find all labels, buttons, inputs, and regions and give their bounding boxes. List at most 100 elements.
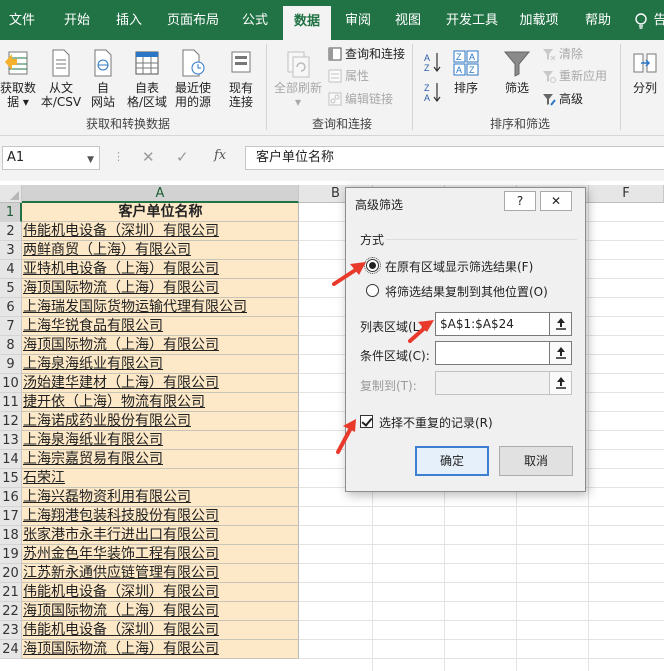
- cell-a[interactable]: 海顶国际物流（上海）有限公司: [22, 602, 299, 621]
- cell-a[interactable]: 伟能机电设备（深圳）有限公司: [22, 583, 299, 602]
- row-header[interactable]: 21: [0, 583, 22, 602]
- empty-cells[interactable]: [299, 564, 664, 583]
- row-header[interactable]: 17: [0, 507, 22, 526]
- row-header[interactable]: 18: [0, 526, 22, 545]
- empty-cells[interactable]: [299, 640, 664, 659]
- filter-in-place-label[interactable]: 在原有区域显示筛选结果(F): [385, 258, 533, 275]
- column-header-f[interactable]: F: [589, 185, 664, 203]
- filter-in-place-radio[interactable]: [364, 257, 381, 274]
- row-header[interactable]: 12: [0, 412, 22, 431]
- row-header[interactable]: 16: [0, 488, 22, 507]
- tab-page-layout[interactable]: 页面布局: [160, 0, 226, 40]
- criteria-range-collapse-button[interactable]: [550, 341, 572, 365]
- help-button[interactable]: ?: [504, 191, 536, 211]
- cell-a[interactable]: 苏州金色年华装饰工程有限公司: [22, 545, 299, 564]
- cancel-icon[interactable]: ✕: [142, 148, 155, 166]
- cell-a[interactable]: 汤始建华建材（上海）有限公司: [22, 374, 299, 393]
- tab-developer[interactable]: 开发工具: [440, 0, 504, 40]
- row-header[interactable]: 1: [0, 203, 22, 222]
- cell-a[interactable]: 张家港市永丰行进出口有限公司: [22, 526, 299, 545]
- row-header[interactable]: 8: [0, 336, 22, 355]
- empty-cells[interactable]: [299, 507, 664, 526]
- row-header[interactable]: 7: [0, 317, 22, 336]
- queries-connections-button[interactable]: 查询和连接: [328, 46, 405, 62]
- tab-tell-me[interactable]: 告: [650, 0, 664, 40]
- cell-a[interactable]: 海顶国际物流（上海）有限公司: [22, 279, 299, 298]
- row-header[interactable]: 9: [0, 355, 22, 374]
- row-header[interactable]: 20: [0, 564, 22, 583]
- copy-to-input[interactable]: [435, 371, 550, 395]
- name-box[interactable]: A1 ▼: [2, 146, 100, 170]
- cell-a[interactable]: 伟能机电设备（深圳）有限公司: [22, 222, 299, 241]
- row-header[interactable]: 19: [0, 545, 22, 564]
- cell-a[interactable]: 上海兴磊物资利用有限公司: [22, 488, 299, 507]
- copy-to-location-radio[interactable]: [366, 284, 379, 297]
- empty-cells[interactable]: [299, 526, 664, 545]
- close-button[interactable]: ✕: [540, 191, 572, 211]
- list-range-collapse-button[interactable]: [550, 312, 572, 336]
- empty-cells[interactable]: [299, 602, 664, 621]
- from-web-button[interactable]: 自网站: [86, 48, 120, 109]
- enter-check-icon[interactable]: ✓: [176, 148, 189, 166]
- refresh-all-button[interactable]: 全部刷新 ▾: [272, 48, 324, 109]
- cancel-button[interactable]: 取消: [499, 446, 573, 476]
- row-header[interactable]: 15: [0, 469, 22, 488]
- from-text-csv-button[interactable]: 从文 本/CSV: [40, 48, 82, 109]
- empty-cells[interactable]: [299, 583, 664, 602]
- recent-sources-button[interactable]: 最近使 用的源: [172, 48, 214, 109]
- row-header[interactable]: 22: [0, 602, 22, 621]
- tab-help[interactable]: 帮助: [576, 0, 620, 40]
- row-header[interactable]: 10: [0, 374, 22, 393]
- empty-cells[interactable]: [299, 545, 664, 564]
- ok-button[interactable]: 确定: [415, 446, 489, 476]
- cell-a[interactable]: 上海宗嘉贸易有限公司: [22, 450, 299, 469]
- row-header[interactable]: 24: [0, 640, 22, 659]
- tab-formulas[interactable]: 公式: [232, 0, 278, 40]
- row-header[interactable]: 2: [0, 222, 22, 241]
- row-header[interactable]: 14: [0, 450, 22, 469]
- get-data-button[interactable]: 获取数据 ▾: [0, 48, 36, 109]
- cell-a[interactable]: 江苏新永通供应链管理有限公司: [22, 564, 299, 583]
- tab-review[interactable]: 审阅: [337, 0, 379, 40]
- insert-function-icon[interactable]: fx: [214, 148, 226, 163]
- criteria-range-input[interactable]: [435, 341, 550, 365]
- cell-a[interactable]: 上海泉海纸业有限公司: [22, 355, 299, 374]
- unique-records-label[interactable]: 选择不重复的记录(R): [379, 414, 493, 431]
- cell-a[interactable]: 海顶国际物流（上海）有限公司: [22, 336, 299, 355]
- cell-a[interactable]: 上海泉海纸业有限公司: [22, 431, 299, 450]
- sort-asc-desc-icons[interactable]: A Z Z A: [423, 50, 443, 104]
- cell-a[interactable]: 伟能机电设备（深圳）有限公司: [22, 621, 299, 640]
- sort-button[interactable]: Z A A Z 排序: [450, 48, 482, 95]
- lightbulb-icon[interactable]: [634, 13, 648, 29]
- cell-a[interactable]: 上海华锐食品有限公司: [22, 317, 299, 336]
- cell-a[interactable]: 海顶国际物流（上海）有限公司: [22, 640, 299, 659]
- cell-a[interactable]: 上海翔港包装科技股份有限公司: [22, 507, 299, 526]
- cell-a[interactable]: 捷开依（上海）物流有限公司: [22, 393, 299, 412]
- row-header[interactable]: 11: [0, 393, 22, 412]
- cell-a[interactable]: 亚特机电设备（上海）有限公司: [22, 260, 299, 279]
- edit-links-button[interactable]: 编辑链接: [328, 91, 393, 107]
- empty-cells[interactable]: [299, 621, 664, 640]
- reapply-filter-button[interactable]: 重新应用: [542, 68, 607, 84]
- text-to-columns-button[interactable]: 分列: [626, 48, 664, 95]
- row-header[interactable]: 3: [0, 241, 22, 260]
- copy-to-location-label[interactable]: 将筛选结果复制到其他位置(O): [385, 283, 548, 300]
- properties-button[interactable]: 属性: [328, 68, 369, 84]
- clear-filter-button[interactable]: 清除: [542, 46, 583, 62]
- row-header[interactable]: 23: [0, 621, 22, 640]
- select-all-corner[interactable]: [0, 185, 22, 203]
- cell-a[interactable]: 上海瑞发国际货物运输代理有限公司: [22, 298, 299, 317]
- tab-addins[interactable]: 加载项: [514, 0, 564, 40]
- list-range-input[interactable]: $A$1:$A$24: [435, 312, 550, 336]
- chevron-down-icon[interactable]: ▼: [87, 149, 94, 171]
- from-table-range-button[interactable]: 自表 格/区域: [124, 48, 170, 109]
- existing-connections-button[interactable]: 现有 连接: [222, 48, 260, 109]
- row-header[interactable]: 4: [0, 260, 22, 279]
- tab-view[interactable]: 视图: [387, 0, 429, 40]
- formula-input[interactable]: 客户单位名称: [245, 146, 664, 170]
- filter-button[interactable]: 筛选: [500, 48, 534, 95]
- tab-data[interactable]: 数据: [283, 6, 331, 40]
- copy-to-collapse-button[interactable]: [550, 371, 572, 395]
- row-header[interactable]: 5: [0, 279, 22, 298]
- cell-a[interactable]: 客户单位名称: [22, 203, 299, 222]
